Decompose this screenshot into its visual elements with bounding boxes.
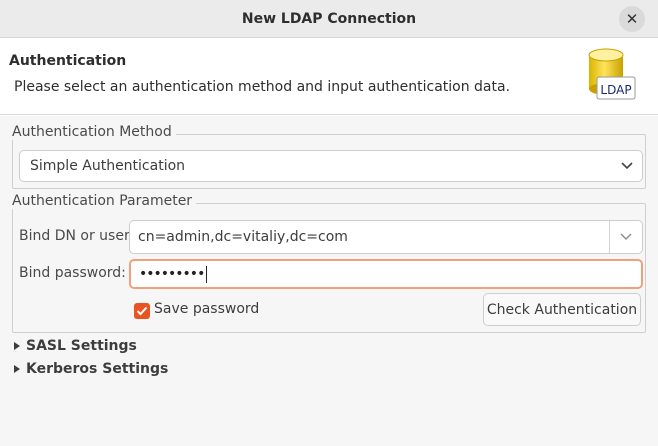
- dialog-content: Authentication Method Simple Authenticat…: [0, 116, 658, 446]
- kerberos-settings-label: Kerberos Settings: [26, 361, 169, 377]
- authentication-method-value: Simple Authentication: [30, 158, 186, 174]
- page-description: Please select an authentication method a…: [14, 79, 511, 95]
- authentication-method-select[interactable]: Simple Authentication: [19, 150, 643, 182]
- expand-right-icon: [14, 365, 26, 373]
- wizard-header: Authentication Please select an authenti…: [0, 39, 658, 115]
- chevron-down-icon: [612, 151, 642, 181]
- checkmark-icon: [136, 306, 148, 316]
- bind-dn-combo[interactable]: cn=admin,dc=vitaliy,dc=com: [129, 220, 643, 254]
- expand-right-icon: [14, 342, 26, 350]
- authentication-method-legend: Authentication Method: [12, 124, 176, 140]
- authentication-method-group: Authentication Method Simple Authenticat…: [12, 124, 646, 189]
- sasl-settings-toggle[interactable]: SASL Settings: [14, 338, 137, 354]
- kerberos-settings-toggle[interactable]: Kerberos Settings: [14, 361, 168, 377]
- ldap-logo: LDAP: [586, 47, 636, 105]
- bind-password-label: Bind password:: [19, 265, 126, 281]
- save-password-checkbox[interactable]: [134, 303, 150, 319]
- title-bar: New LDAP Connection ✕: [0, 0, 658, 38]
- sasl-settings-label: SASL Settings: [26, 338, 137, 354]
- bind-password-mask: •••••••••: [139, 266, 205, 282]
- close-button[interactable]: ✕: [619, 6, 645, 32]
- page-title: Authentication: [9, 53, 127, 69]
- close-icon: ✕: [625, 9, 639, 28]
- save-password-label[interactable]: Save password: [154, 301, 259, 317]
- bind-dn-input[interactable]: cn=admin,dc=vitaliy,dc=com: [130, 229, 609, 245]
- ldap-logo-text: LDAP: [600, 83, 632, 97]
- new-ldap-connection-dialog: New LDAP Connection ✕ Authentication Ple…: [0, 0, 658, 446]
- authentication-parameter-legend: Authentication Parameter: [12, 193, 197, 209]
- window-title: New LDAP Connection: [241, 10, 417, 27]
- authentication-parameter-group: Authentication Parameter Bind DN or user…: [12, 193, 646, 333]
- chevron-down-icon[interactable]: [609, 221, 642, 253]
- text-cursor: [206, 265, 208, 283]
- bind-dn-label: Bind DN or user:: [19, 228, 135, 244]
- bind-password-input[interactable]: •••••••••: [129, 259, 643, 289]
- check-authentication-button[interactable]: Check Authentication: [483, 293, 641, 326]
